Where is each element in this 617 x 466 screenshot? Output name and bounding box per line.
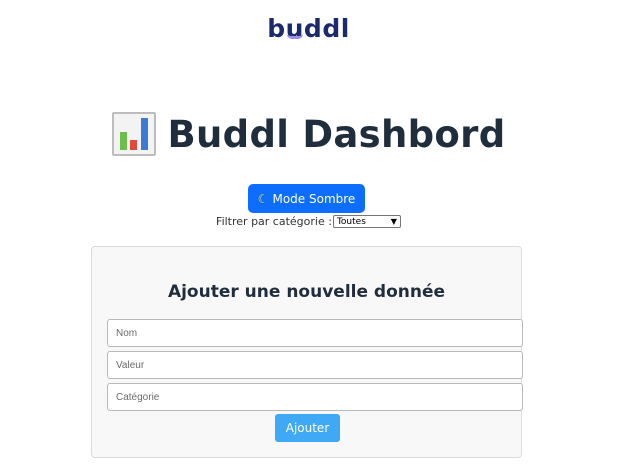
bar-chart-icon <box>111 112 156 156</box>
page: bu ddl Buddl Dashbord ☾ Mode Sombre Filtr… <box>0 0 617 466</box>
category-input-placeholder: Catégorie <box>116 391 160 403</box>
filter-label: Filtrer par catégorie : <box>216 215 332 228</box>
value-input-placeholder: Valeur <box>116 359 145 371</box>
icon-bar-green <box>119 132 127 150</box>
icon-bar-blue <box>140 118 148 150</box>
page-header: Buddl Dashbord <box>0 112 617 156</box>
name-input-placeholder: Nom <box>116 327 138 339</box>
logo-swoosh <box>286 34 303 39</box>
category-select[interactable]: Toutes ▼ <box>332 215 401 228</box>
add-data-form: Ajouter une nouvelle donnée Nom Valeur C… <box>91 246 523 458</box>
logo-letter-b: b <box>267 14 286 43</box>
logo-letters-rest: ddl <box>303 14 350 43</box>
category-input[interactable]: Catégorie <box>107 383 523 411</box>
category-filter: Filtrer par catégorie : Toutes ▼ <box>0 215 617 228</box>
dark-mode-label: Mode Sombre <box>272 191 356 206</box>
form-title: Ajouter une nouvelle donnée <box>167 282 446 302</box>
value-input[interactable]: Valeur <box>107 351 523 379</box>
name-input[interactable]: Nom <box>107 319 523 347</box>
icon-bar-red <box>129 140 137 150</box>
dark-mode-button[interactable]: ☾ Mode Sombre <box>248 184 365 213</box>
buddl-logo[interactable]: bu ddl <box>0 14 617 43</box>
moon-icon: ☾ <box>257 191 269 206</box>
logo-letter-u: u <box>286 14 304 43</box>
page-title: Buddl Dashbord <box>167 112 506 156</box>
add-button[interactable]: Ajouter <box>275 414 340 442</box>
category-select-value: Toutes <box>336 216 366 227</box>
chevron-down-icon: ▼ <box>390 217 397 226</box>
